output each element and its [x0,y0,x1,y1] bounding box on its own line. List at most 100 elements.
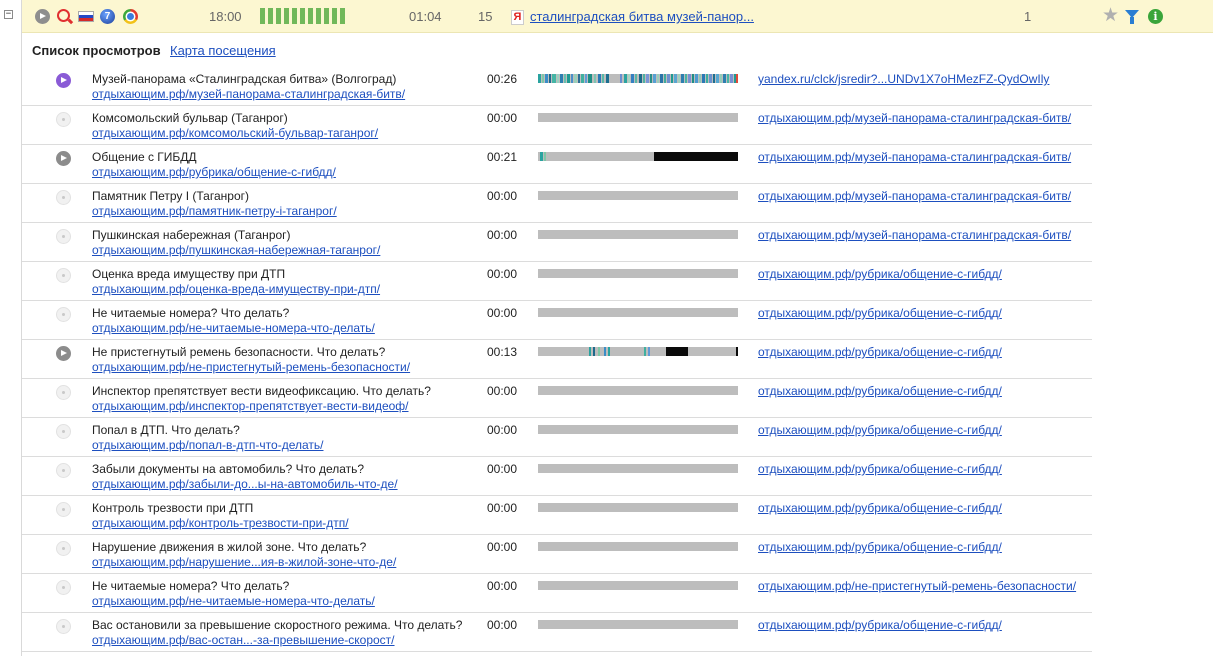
referrer-link[interactable]: отдыхающим.рф/рубрика/общение-с-гибдд/ [758,423,1002,437]
activity-segment [564,74,566,83]
page-url-link[interactable]: отдыхающим.рф/памятник-петру-i-таганрог/ [92,204,337,218]
pageview-row[interactable]: Нарушение движения в жилой зоне. Что дел… [22,535,1092,574]
pageview-row[interactable]: Музей-панорама «Сталинградская битва» (В… [22,67,1092,106]
session-summary-bar[interactable]: 7 18:00 01:04 15 Я сталинградская битва … [22,0,1213,33]
referrer-link[interactable]: отдыхающим.рф/рубрика/общение-с-гибдд/ [758,618,1002,632]
page-title: Музей-панорама «Сталинградская битва» (В… [92,72,397,86]
page-url-link[interactable]: отдыхающим.рф/попал-в-дтп-что-делать/ [92,438,323,452]
referrer-link[interactable]: отдыхающим.рф/рубрика/общение-с-гибдд/ [758,501,1002,515]
dot-icon [56,619,71,634]
referrer-link[interactable]: отдыхающим.рф/рубрика/общение-с-гибдд/ [758,267,1002,281]
activity-segment [574,74,577,83]
pageview-row[interactable]: Общение с ГИБДД отдыхающим.рф/рубрика/общ… [22,145,1092,184]
time-on-page: 00:13 [487,345,518,359]
page-url-link[interactable]: отдыхающим.рф/музей-панорама-сталинградс… [92,87,405,101]
play-icon[interactable] [35,9,50,24]
pageview-row[interactable]: Оценка вреда имуществу при ДТП отдыхающим… [22,262,1092,301]
dot-icon [56,268,71,283]
time-on-page: 00:00 [487,111,518,125]
page-url-link[interactable]: отдыхающим.рф/оценка-вреда-имуществу-при… [92,282,380,296]
pageview-row[interactable]: Забыли документы на автомобиль? Что дела… [22,457,1092,496]
activity-bar [260,8,265,24]
referrer-link[interactable]: отдыхающим.рф/музей-панорама-сталинградс… [758,111,1071,125]
activity-timeline [538,74,738,83]
play-icon[interactable] [56,151,71,166]
referrer-link[interactable]: отдыхающим.рф/не-пристегнутый-ремень-без… [758,579,1076,593]
page-url-link[interactable]: отдыхающим.рф/инспектор-препятствует-вес… [92,399,409,413]
activity-segment [666,347,688,356]
dot-icon [56,541,71,556]
pageview-row[interactable]: Не пристегнутый ремень безопасности. Что… [22,340,1092,379]
activity-segment [631,74,634,83]
search-query-link[interactable]: сталинградская битва музей-панор... [530,9,754,24]
page-url-link[interactable]: отдыхающим.рф/нарушение...ия-в-жилой-зон… [92,555,396,569]
referrer-link[interactable]: отдыхающим.рф/рубрика/общение-с-гибдд/ [758,306,1002,320]
time-on-page: 00:21 [487,150,518,164]
referrer-link[interactable]: yandex.ru/clck/jsredir?...UNDv1X7oHMezFZ… [758,72,1049,86]
page-title: Общение с ГИБДД [92,150,197,164]
webvisor-session: − 7 18:00 01:04 15 Я сталинградская битв… [0,0,1213,656]
activity-segment [685,74,687,83]
pageview-row[interactable]: Не читаемые номера? Что делать? отдыхающи… [22,574,1092,613]
dot-icon [56,463,71,478]
play-icon[interactable] [56,73,71,88]
activity-segment [699,74,701,83]
activity-segment [552,74,556,83]
info-icon[interactable]: i [1148,9,1163,24]
activity-bar [292,8,297,24]
pageview-row[interactable]: Памятник Петру I (Таганрог) отдыхающим.рф… [22,184,1092,223]
page-url-link[interactable]: отдыхающим.рф/не-пристегнутый-ремень-без… [92,360,410,374]
activity-segment [643,74,645,83]
activity-segment [540,152,543,161]
activity-segment [646,74,649,83]
pageview-row[interactable]: Не читаемые номера? Что делать? отдыхающи… [22,301,1092,340]
pageview-row[interactable]: Попал в ДТП. Что делать? отдыхающим.рф/по… [22,418,1092,457]
pageview-row[interactable]: Инспектор препятствует вести видеофиксац… [22,379,1092,418]
star-icon[interactable]: ★ [1102,5,1119,27]
collapse-toggle[interactable]: − [4,10,13,19]
activity-timeline [538,230,738,239]
activity-segment [604,347,606,356]
activity-segment [567,74,570,83]
pageview-row[interactable]: Пушкинская набережная (Таганрог) отдыхающ… [22,223,1092,262]
page-url-link[interactable]: отдыхающим.рф/комсомольский-бульвар-тага… [92,126,378,140]
play-icon[interactable] [56,346,71,361]
page-url-link[interactable]: отдыхающим.рф/не-читаемые-номера-что-дел… [92,594,375,608]
page-url-link[interactable]: отдыхающим.рф/пушкинская-набережная-тага… [92,243,380,257]
time-on-page: 00:00 [487,267,518,281]
referrer-link[interactable]: отдыхающим.рф/рубрика/общение-с-гибдд/ [758,345,1002,359]
referrer-link[interactable]: отдыхающим.рф/рубрика/общение-с-гибдд/ [758,540,1002,554]
time-on-page: 00:00 [487,501,518,515]
page-url-link[interactable]: отдыхающим.рф/не-читаемые-номера-что-дел… [92,321,375,335]
activity-segment [644,347,646,356]
page-title: Оценка вреда имуществу при ДТП [92,267,286,281]
filter-icon[interactable] [1125,10,1139,24]
activity-segment [723,74,726,83]
time-on-page: 00:00 [487,579,518,593]
activity-timeline [538,542,738,551]
page-url-link[interactable]: отдыхающим.рф/контроль-трезвости-при-дтп… [92,516,349,530]
page-url-link[interactable]: отдыхающим.рф/рубрика/общение-с-гибдд/ [92,165,336,179]
activity-bar [316,8,321,24]
page-title: Не пристегнутый ремень безопасности. Что… [92,345,386,359]
pageview-row[interactable]: Комсомольский бульвар (Таганрог) отдыхающ… [22,106,1092,145]
page-title: Нарушение движения в жилой зоне. Что дел… [92,540,367,554]
activity-segment [664,74,666,83]
referrer-link[interactable]: отдыхающим.рф/рубрика/общение-с-гибдд/ [758,384,1002,398]
referrer-link[interactable]: отдыхающим.рф/музей-панорама-сталинградс… [758,150,1071,164]
time-on-page: 00:00 [487,228,518,242]
referrer-link[interactable]: отдыхающим.рф/рубрика/общение-с-гибдд/ [758,462,1002,476]
page-url-link[interactable]: отдыхающим.рф/вас-остан...-за-превышение… [92,633,395,647]
page-url-link[interactable]: отдыхающим.рф/забыли-до...ы-на-автомобил… [92,477,398,491]
page-title: Пушкинская набережная (Таганрог) [92,228,291,242]
referrer-link[interactable]: отдыхающим.рф/музей-панорама-сталинградс… [758,228,1071,242]
referrer-link[interactable]: отдыхающим.рф/музей-панорама-сталинградс… [758,189,1071,203]
activity-bar [308,8,313,24]
pageview-row[interactable]: Контроль трезвости при ДТП отдыхающим.рф/… [22,496,1092,535]
dot-icon [56,190,71,205]
visit-map-link[interactable]: Карта посещения [170,43,276,58]
dot-icon [56,580,71,595]
time-on-page: 00:00 [487,462,518,476]
pageview-row[interactable]: Вас остановили за превышение скоростного… [22,613,1092,652]
activity-timeline [538,191,738,200]
